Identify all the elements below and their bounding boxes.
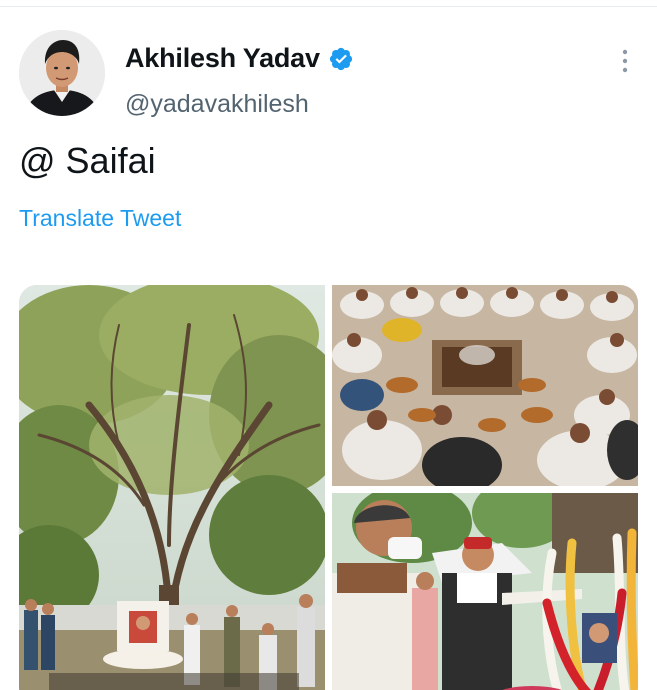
media-grid xyxy=(19,285,638,690)
author-handle[interactable]: @yadavakhilesh xyxy=(125,90,309,119)
verified-badge-icon xyxy=(328,46,354,72)
tweet-card: Akhilesh Yadav @yadavakhilesh @ Saifai T… xyxy=(0,0,657,690)
top-divider xyxy=(0,6,657,7)
more-options-icon[interactable] xyxy=(614,46,636,76)
translate-tweet-link[interactable]: Translate Tweet xyxy=(19,205,181,232)
tribute-garland-photo[interactable] xyxy=(332,493,638,690)
author-name[interactable]: Akhilesh Yadav xyxy=(125,43,320,74)
tweet-text: @ Saifai xyxy=(19,140,156,181)
tree-memorial-photo[interactable] xyxy=(19,285,325,690)
author-line: Akhilesh Yadav xyxy=(125,43,354,74)
avatar[interactable] xyxy=(19,30,105,116)
havan-ceremony-photo[interactable] xyxy=(332,285,638,486)
